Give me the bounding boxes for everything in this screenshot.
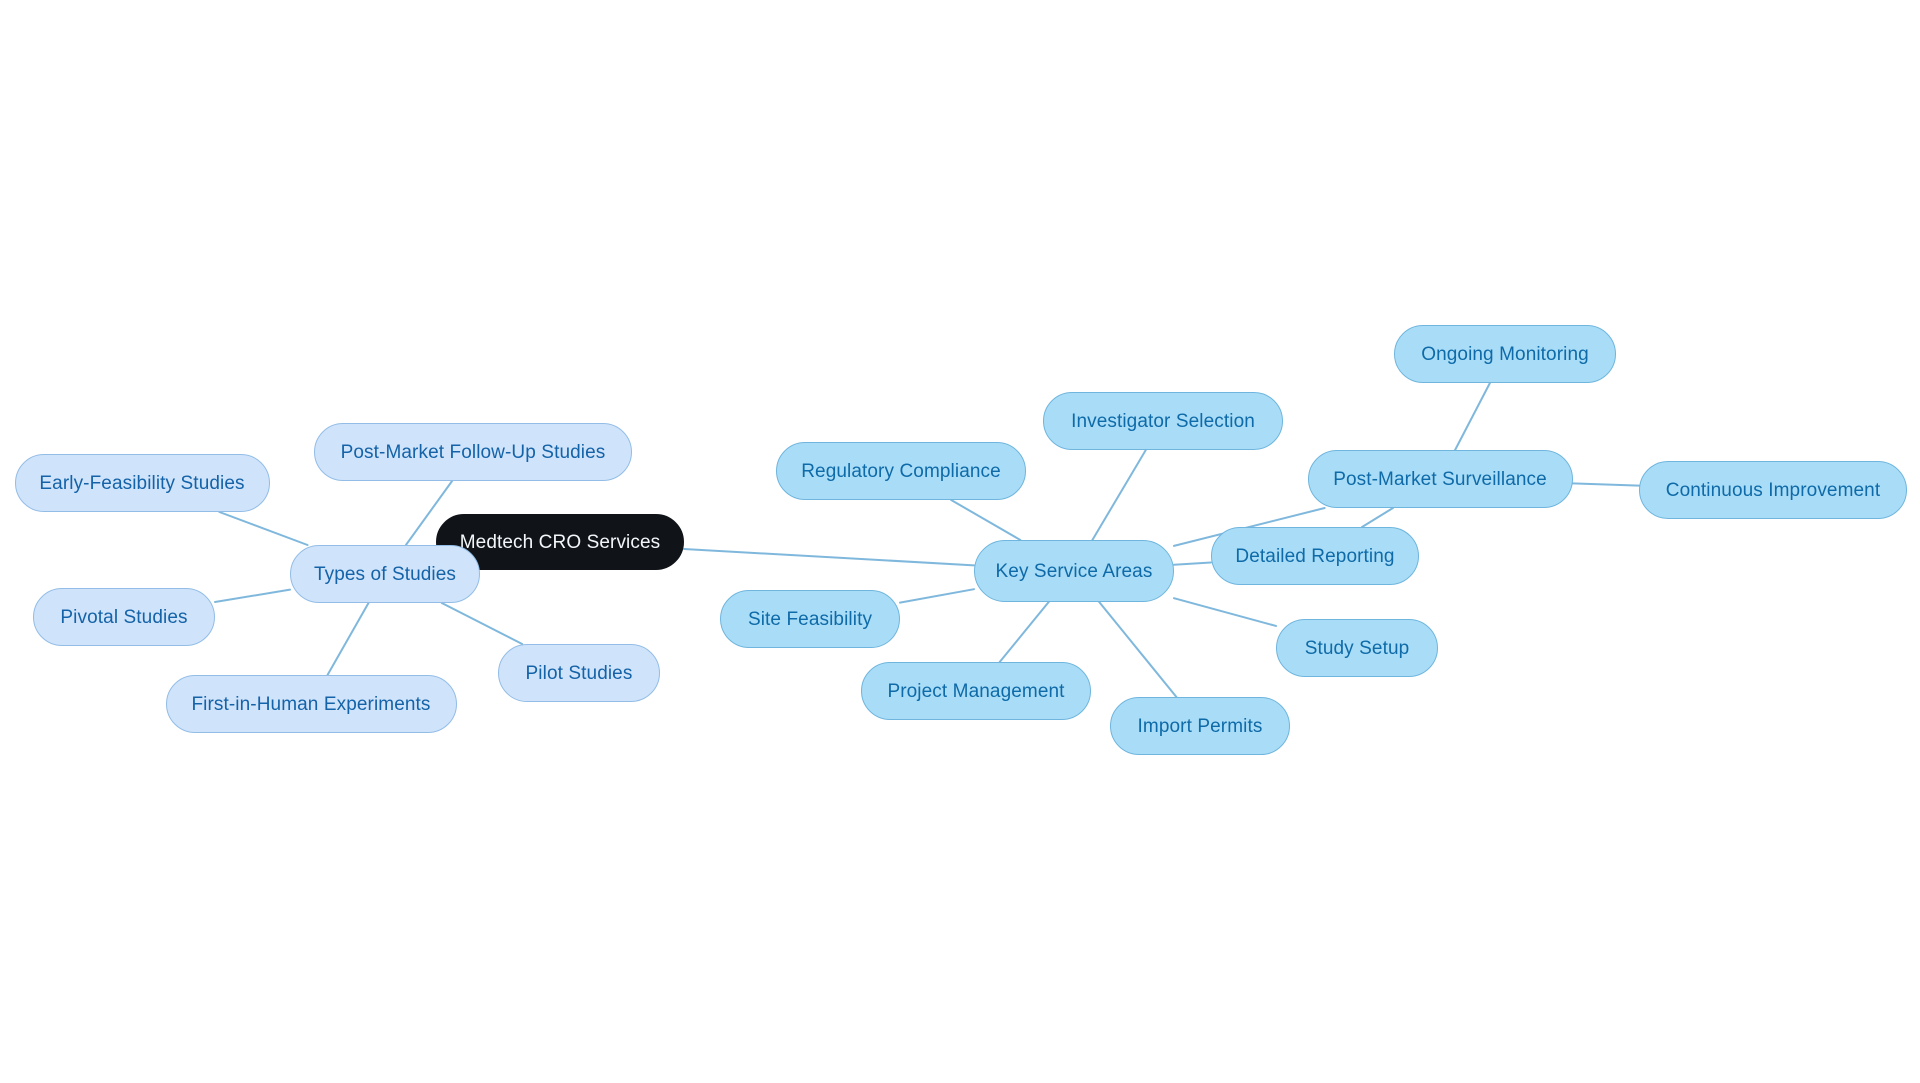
- mindmap-node-post-market-follow-up-studies[interactable]: Post-Market Follow-Up Studies: [314, 423, 632, 481]
- mindmap-edge-types-of-studies-to-pivotal-studies: [214, 588, 291, 604]
- mindmap-node-types-of-studies[interactable]: Types of Studies: [290, 545, 480, 603]
- mindmap-node-label: Pivotal Studies: [60, 606, 188, 628]
- mindmap-node-import-permits[interactable]: Import Permits: [1110, 697, 1290, 755]
- mindmap-node-detailed-reporting[interactable]: Detailed Reporting: [1211, 527, 1419, 585]
- mindmap-node-post-market-surveillance[interactable]: Post-Market Surveillance: [1307, 450, 1573, 508]
- mindmap-node-label: Post-Market Surveillance: [1333, 468, 1547, 490]
- mindmap-node-label: Key Service Areas: [995, 560, 1153, 582]
- mindmap-edge-post-market-surveillance-to-ongoing-monitoring: [1454, 382, 1491, 451]
- mindmap-edge-post-market-surveillance-to-detailed-reporting: [1361, 507, 1394, 528]
- mindmap-edge-post-market-surveillance-to-continuous-improvement: [1571, 482, 1640, 487]
- mindmap-node-early-feasibility-studies[interactable]: Early-Feasibility Studies: [14, 454, 270, 512]
- mindmap-node-label: Site Feasibility: [747, 608, 873, 630]
- mindmap-node-label: Pilot Studies: [525, 662, 633, 684]
- mindmap-node-label: Regulatory Compliance: [801, 460, 1001, 482]
- mindmap-node-site-feasibility[interactable]: Site Feasibility: [720, 590, 900, 648]
- mindmap-node-investigator-selection[interactable]: Investigator Selection: [1043, 392, 1283, 450]
- mindmap-edge-types-of-studies-to-pilot-studies: [440, 602, 524, 645]
- mindmap-node-key-service-areas[interactable]: Key Service Areas: [974, 540, 1174, 602]
- mindmap-node-continuous-improvement[interactable]: Continuous Improvement: [1639, 461, 1907, 519]
- mindmap-node-label: Import Permits: [1137, 715, 1263, 737]
- mindmap-edge-key-service-areas-to-detailed-reporting: [1173, 561, 1212, 566]
- mindmap-node-label: Study Setup: [1304, 637, 1410, 659]
- mindmap-node-label: Early-Feasibility Studies: [39, 472, 245, 494]
- mindmap-node-pilot-studies[interactable]: Pilot Studies: [498, 644, 660, 702]
- mindmap-edge-key-service-areas-to-project-management: [998, 601, 1050, 663]
- mindmap-node-label: Medtech CRO Services: [459, 531, 661, 553]
- mindmap-node-label: Post-Market Follow-Up Studies: [340, 441, 606, 463]
- mindmap-edge-key-service-areas-to-site-feasibility: [899, 588, 975, 604]
- mindmap-edge-key-service-areas-to-regulatory-compliance: [950, 499, 1022, 541]
- mindmap-node-label: First-in-Human Experiments: [191, 693, 431, 715]
- mindmap-node-label: Continuous Improvement: [1665, 479, 1881, 501]
- edge-layer: [214, 382, 1640, 698]
- mindmap-edge-types-of-studies-to-first-in-human-experiments: [326, 602, 370, 676]
- mindmap-node-label: Detailed Reporting: [1235, 545, 1395, 567]
- mindmap-node-label: Project Management: [887, 680, 1065, 702]
- mindmap-node-label: Types of Studies: [313, 563, 457, 585]
- mindmap-node-ongoing-monitoring[interactable]: Ongoing Monitoring: [1394, 325, 1616, 383]
- mindmap-edge-key-service-areas-to-import-permits: [1098, 601, 1178, 698]
- mindmap-edge-root-to-key-service-areas: [683, 547, 975, 567]
- mindmap-node-label: Ongoing Monitoring: [1421, 343, 1589, 365]
- mindmap-node-regulatory-compliance[interactable]: Regulatory Compliance: [776, 442, 1026, 500]
- mindmap-canvas: Medtech CRO Services Types of Studies Earl…: [0, 0, 1920, 1083]
- mindmap-edge-key-service-areas-to-study-setup: [1173, 597, 1277, 627]
- mindmap-node-label: Investigator Selection: [1071, 410, 1255, 432]
- mindmap-node-project-management[interactable]: Project Management: [861, 662, 1091, 720]
- mindmap-edge-types-of-studies-to-early-feasibility-studies: [218, 511, 309, 546]
- mindmap-edge-key-service-areas-to-investigator-selection: [1091, 449, 1147, 541]
- mindmap-node-pivotal-studies[interactable]: Pivotal Studies: [33, 588, 215, 646]
- mindmap-node-study-setup[interactable]: Study Setup: [1276, 619, 1438, 677]
- mindmap-node-first-in-human-experiments[interactable]: First-in-Human Experiments: [165, 675, 457, 733]
